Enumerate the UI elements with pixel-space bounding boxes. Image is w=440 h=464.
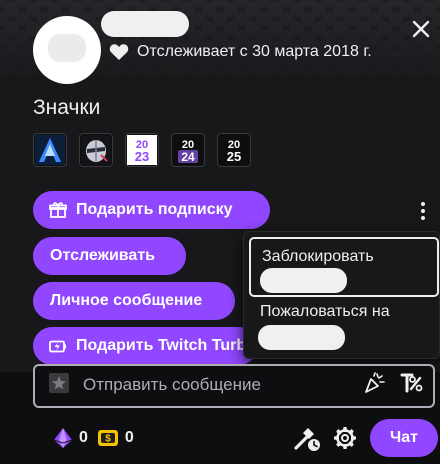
gift-subscription-button[interactable]: Подарить подписку [33, 191, 270, 229]
redacted-username[interactable] [101, 11, 189, 37]
channel-points-balance[interactable]: 0 [53, 427, 88, 449]
mod-hammer-icon[interactable] [293, 426, 321, 452]
block-user-label: Заблокировать [262, 248, 374, 265]
whisper-label: Личное сообщение [50, 292, 203, 309]
whisper-button[interactable]: Личное сообщение [33, 282, 235, 320]
gear-icon[interactable] [333, 426, 357, 450]
report-user-label: Пожаловаться на [260, 303, 390, 320]
2023-badge-icon[interactable]: 20 23 [125, 133, 159, 167]
arrow-a-badge-icon[interactable] [33, 133, 67, 167]
chat-send-button[interactable]: Чат [370, 419, 438, 457]
follow-age: Отслеживает с 30 марта 2018 г. [109, 40, 372, 64]
chat-message-input[interactable] [83, 371, 353, 399]
coin-icon: $ [97, 430, 118, 446]
emote-icon[interactable] [399, 371, 425, 395]
bits-balance[interactable]: $ 0 [97, 428, 134, 448]
knight-helmet-badge-icon[interactable] [79, 133, 113, 167]
svg-text:24: 24 [181, 150, 195, 164]
gift-turbo-button[interactable]: Подарить Twitch Turbo [33, 327, 258, 365]
report-user-menu-item[interactable]: Пожаловаться на [249, 298, 439, 356]
follow-label: Отслеживать [50, 247, 155, 264]
more-options-icon[interactable] [405, 196, 440, 226]
gift-turbo-label: Подарить Twitch Turbo [76, 337, 256, 354]
redacted-avatar [48, 34, 86, 62]
follow-button[interactable]: Отслеживать [33, 237, 186, 275]
2024-badge-icon[interactable]: 20 24 [171, 133, 205, 167]
badges-heading: Значки [33, 96, 101, 119]
bits-count: 0 [124, 429, 134, 446]
bits-diamond-icon [53, 428, 73, 448]
redacted-username [260, 268, 347, 293]
2025-badge-icon[interactable]: 20 25 [217, 133, 251, 167]
chat-input-box [33, 364, 435, 408]
more-options-menu: Заблокировать Пожаловаться на [243, 231, 440, 359]
svg-text:23: 23 [135, 149, 149, 164]
balance-area: 0 $ 0 [53, 427, 137, 449]
svg-text:25: 25 [227, 149, 241, 164]
battery-icon [49, 340, 66, 353]
block-user-menu-item[interactable]: Заблокировать [249, 237, 439, 297]
close-icon[interactable] [410, 18, 432, 40]
channel-points-count: 0 [79, 429, 88, 446]
follow-age-text: Отслеживает с 30 марта 2018 г. [137, 43, 372, 60]
gift-icon [49, 202, 67, 218]
gift-subscription-label: Подарить подписку [76, 201, 233, 218]
star-icon[interactable] [49, 373, 69, 393]
redacted-username [258, 325, 345, 350]
svg-text:$: $ [105, 434, 111, 445]
cheer-icon[interactable] [362, 371, 386, 395]
badge-list: 20 23 20 24 20 25 [33, 133, 251, 167]
heart-icon [109, 44, 129, 60]
